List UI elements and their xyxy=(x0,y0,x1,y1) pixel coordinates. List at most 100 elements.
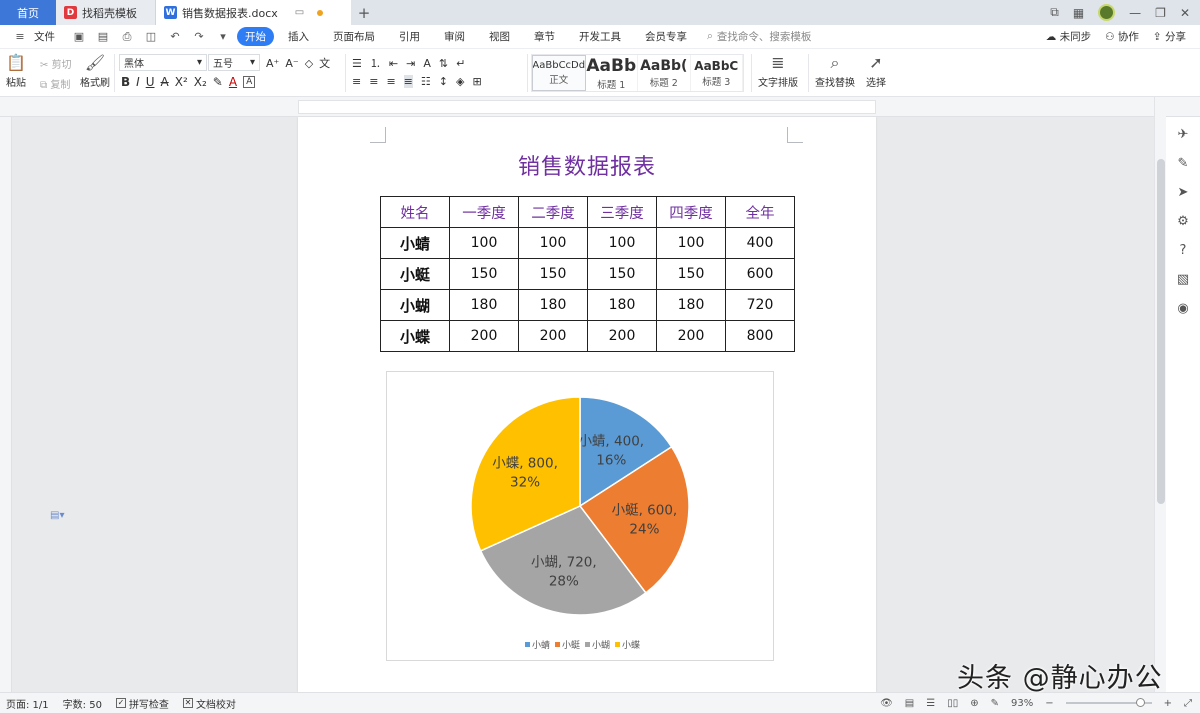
style-heading-3[interactable]: AaBbC 标题 3 xyxy=(691,55,743,91)
strikethrough-icon[interactable]: A xyxy=(161,75,169,89)
shading-icon[interactable]: ◈ xyxy=(456,75,464,88)
table-cell[interactable]: 800 xyxy=(725,320,795,352)
align-left-icon[interactable]: ≡ xyxy=(352,75,361,88)
table-cell[interactable]: 150 xyxy=(587,258,657,290)
table-cell[interactable]: 100 xyxy=(587,227,657,259)
chinese-layout-icon[interactable]: A xyxy=(423,57,431,70)
superscript-icon[interactable]: X² xyxy=(175,75,188,89)
table-cell[interactable]: 180 xyxy=(587,289,657,321)
table-header-cell[interactable]: 三季度 xyxy=(587,196,657,228)
table-header-cell[interactable]: 一季度 xyxy=(449,196,519,228)
zoom-out-icon[interactable]: − xyxy=(1045,698,1053,709)
style-heading-2[interactable]: AaBb( 标题 2 xyxy=(638,55,691,91)
table-header-cell[interactable]: 二季度 xyxy=(518,196,588,228)
rocket-icon[interactable]: ✈ xyxy=(1178,127,1189,142)
zoom-knob[interactable] xyxy=(1135,698,1145,707)
table-cell[interactable]: 180 xyxy=(518,289,588,321)
menu-tab-member[interactable]: 会员专享 xyxy=(635,29,697,44)
table-cell[interactable]: 200 xyxy=(518,320,588,352)
subscript-icon[interactable]: X₂ xyxy=(194,75,207,89)
table-cell[interactable]: 720 xyxy=(725,289,795,321)
table-cell[interactable]: 200 xyxy=(656,320,726,352)
print-preview-icon[interactable]: ◫ xyxy=(144,30,158,44)
clear-format-icon[interactable]: ◇ xyxy=(305,57,313,70)
menu-tab-start[interactable]: 开始 xyxy=(237,27,274,46)
table-header-cell[interactable]: 全年 xyxy=(725,196,795,228)
layout-icon[interactable]: ⧉ xyxy=(1050,5,1059,20)
apps-grid-icon[interactable]: ▦ xyxy=(1073,6,1084,20)
style-normal[interactable]: AaBbCcDd 正文 xyxy=(532,55,586,91)
table-header-cell[interactable]: 姓名 xyxy=(380,196,450,228)
font-size-select[interactable]: 五号 ▾ xyxy=(208,54,260,71)
table-header-cell[interactable]: 四季度 xyxy=(656,196,726,228)
settings-icon[interactable]: ⚙ xyxy=(1177,214,1189,229)
copy-button[interactable]: ⧉ 复制 xyxy=(40,76,70,91)
italic-icon[interactable]: I xyxy=(136,75,140,89)
menu-tab-developer[interactable]: 开发工具 xyxy=(569,29,631,44)
table-cell[interactable]: 600 xyxy=(725,258,795,290)
show-marks-icon[interactable]: ↵ xyxy=(456,57,465,70)
vertical-scrollbar[interactable] xyxy=(1154,97,1166,692)
char-border-icon[interactable]: A xyxy=(243,76,256,88)
numbered-list-icon[interactable]: ⒈ xyxy=(370,55,381,71)
cut-button[interactable]: ✂ 剪切 xyxy=(40,56,72,71)
line-spacing-icon[interactable]: ↕ xyxy=(439,75,448,88)
horizontal-ruler[interactable] xyxy=(0,97,1200,117)
redo-icon[interactable]: ↷ xyxy=(192,30,206,44)
menu-tab-references[interactable]: 引用 xyxy=(389,29,430,44)
table-cell[interactable]: 200 xyxy=(449,320,519,352)
table-cell[interactable]: 100 xyxy=(449,227,519,259)
collaborate-button[interactable]: ⚇ 协作 xyxy=(1105,29,1139,44)
table-cell[interactable]: 200 xyxy=(587,320,657,352)
align-right-icon[interactable]: ≡ xyxy=(386,75,395,88)
read-view-icon[interactable]: ▯▯ xyxy=(947,698,958,709)
spell-check-toggle[interactable]: ✓ 拼写检查 xyxy=(115,696,169,711)
fullscreen-icon[interactable]: ⤢ xyxy=(1184,698,1192,709)
anchor-icon[interactable]: ▤▾ xyxy=(50,510,64,521)
table-cell[interactable]: 100 xyxy=(656,227,726,259)
find-replace-button[interactable]: ⌕ 查找替换 xyxy=(815,52,855,89)
phonetic-icon[interactable]: 文 xyxy=(319,55,330,71)
table-cell[interactable]: 180 xyxy=(656,289,726,321)
menu-tab-section[interactable]: 章节 xyxy=(524,29,565,44)
decrease-indent-icon[interactable]: ⇤ xyxy=(389,57,398,70)
table-cell[interactable]: 150 xyxy=(518,258,588,290)
menu-tab-view[interactable]: 视图 xyxy=(479,29,520,44)
paste-button[interactable]: 📋 粘贴 xyxy=(6,52,26,89)
font-name-select[interactable]: 黑体 ▾ xyxy=(119,54,207,71)
share-button[interactable]: ⇪ 分享 xyxy=(1153,29,1186,44)
align-center-icon[interactable]: ≡ xyxy=(369,75,378,88)
table-cell[interactable]: 180 xyxy=(449,289,519,321)
print-icon[interactable]: ⎙ xyxy=(120,30,134,44)
location-icon[interactable]: ◉ xyxy=(1177,301,1188,316)
page-indicator[interactable]: 页面: 1/1 xyxy=(6,696,49,711)
outline-view-icon[interactable]: ☰ xyxy=(926,698,935,709)
template-tab[interactable]: D 找稻壳模板 xyxy=(56,0,156,25)
image-icon[interactable]: ▧ xyxy=(1177,272,1189,287)
justify-icon[interactable]: ≡ xyxy=(403,75,413,88)
hamburger-icon[interactable]: ≡ xyxy=(13,30,27,44)
table-name-cell[interactable]: 小蜓 xyxy=(380,258,450,290)
undo-icon[interactable]: ↶ xyxy=(168,30,182,44)
text-layout-button[interactable]: ≣ 文字排版 xyxy=(758,52,798,89)
pen-icon[interactable]: ✎ xyxy=(1178,156,1189,171)
file-menu[interactable]: 文件 xyxy=(34,29,65,44)
table-cell[interactable]: 150 xyxy=(656,258,726,290)
menu-tab-review[interactable]: 审阅 xyxy=(434,29,475,44)
document-tab[interactable]: W 销售数据报表.docx ▭ xyxy=(156,0,351,25)
border-icon[interactable]: ⊞ xyxy=(472,75,481,88)
pen-mode-icon[interactable]: ✎ xyxy=(991,698,999,709)
zoom-slider[interactable] xyxy=(1065,698,1152,707)
document-title[interactable]: 销售数据报表 xyxy=(298,149,876,181)
save-icon[interactable]: ▣ xyxy=(72,30,86,44)
sort-icon[interactable]: ⇅ xyxy=(439,57,448,70)
menu-tab-layout[interactable]: 页面布局 xyxy=(323,29,385,44)
close-icon[interactable]: ✕ xyxy=(1180,6,1190,20)
command-search[interactable]: ⌕ 查找命令、搜索模板 xyxy=(707,29,811,44)
shrink-font-icon[interactable]: A⁻ xyxy=(285,57,298,70)
zoom-value[interactable]: 93% xyxy=(1011,698,1033,709)
customize-icon[interactable]: ▾ xyxy=(216,30,230,44)
bold-icon[interactable]: B xyxy=(121,75,130,89)
sync-button[interactable]: ☁ 未同步 xyxy=(1046,29,1091,44)
restore-icon[interactable]: ❐ xyxy=(1155,6,1166,20)
